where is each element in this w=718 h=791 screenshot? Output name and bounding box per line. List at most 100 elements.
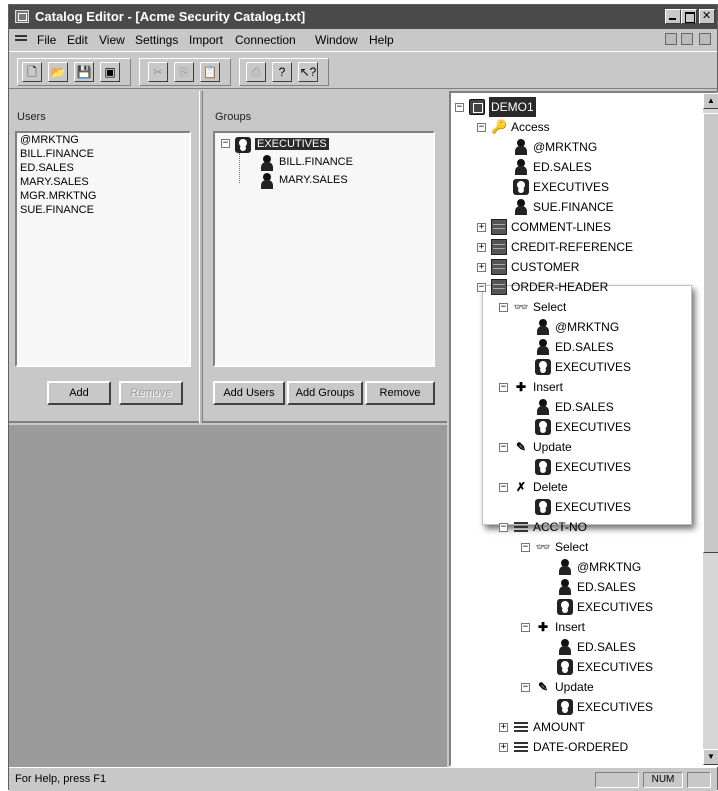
tree-node[interactable]: @MRKTNG (535, 317, 619, 337)
tree-node[interactable]: EXECUTIVES (557, 597, 653, 617)
maximize-button[interactable] (681, 9, 697, 24)
users-listbox[interactable]: @MRKTNG BILL.FINANCE ED.SALES MARY.SALES… (15, 131, 191, 367)
tree-node[interactable]: 🔑 Access (491, 117, 550, 137)
collapse-toggle[interactable]: − (499, 483, 508, 492)
tree-node[interactable]: EXECUTIVES (535, 497, 631, 517)
collapse-toggle[interactable]: − (499, 383, 508, 392)
menu-file[interactable]: File (37, 33, 56, 47)
tree-node-label: Select (533, 300, 567, 314)
expand-toggle[interactable]: + (477, 243, 486, 252)
tree-node[interactable]: SUE.FINANCE (513, 197, 614, 217)
tree-node[interactable]: CUSTOMER (491, 257, 579, 277)
close-button[interactable] (699, 9, 715, 24)
tree-node[interactable]: ED.SALES (557, 577, 636, 597)
menu-view[interactable]: View (99, 33, 125, 47)
app-icon[interactable] (15, 10, 29, 23)
collapse-toggle[interactable]: − (499, 303, 508, 312)
minimize-button[interactable] (665, 9, 681, 24)
menu-help[interactable]: Help (369, 33, 394, 47)
tree-node[interactable]: EXECUTIVES (557, 657, 653, 677)
document-icon[interactable] (15, 33, 29, 45)
panel-splitter[interactable] (199, 91, 203, 423)
tree-node[interactable]: CREDIT-REFERENCE (491, 237, 633, 257)
tree-node[interactable]: @MRKTNG (557, 557, 641, 577)
paste-button[interactable]: 📋 (200, 62, 220, 82)
tree-node[interactable]: ACCT-NO (513, 517, 587, 537)
group-member[interactable]: MARY.SALES (259, 171, 348, 189)
collapse-toggle[interactable]: − (499, 523, 508, 532)
menu-edit[interactable]: Edit (67, 33, 88, 47)
status-bar: For Help, press F1 NUM (9, 767, 717, 791)
copy-button[interactable]: ⎘ (174, 62, 194, 82)
tree-node[interactable]: EXECUTIVES (513, 177, 609, 197)
save-all-button[interactable]: ▣ (100, 62, 120, 82)
tree-scrollbar[interactable]: ▲ ▼ (703, 93, 718, 765)
list-item[interactable]: BILL.FINANCE (17, 147, 189, 161)
tree-node[interactable]: ✗ Delete (513, 477, 568, 497)
tree-node[interactable]: ED.SALES (557, 637, 636, 657)
doc-close-button[interactable] (699, 33, 711, 45)
expand-toggle[interactable]: + (499, 723, 508, 732)
collapse-toggle[interactable]: − (221, 139, 230, 148)
collapse-toggle[interactable]: − (477, 283, 486, 292)
new-button[interactable]: 🗋 (22, 62, 42, 82)
collapse-toggle[interactable]: − (477, 123, 486, 132)
open-button[interactable]: 📂 (48, 62, 68, 82)
expand-toggle[interactable]: + (477, 223, 486, 232)
tree-node[interactable]: 👓 Select (535, 537, 589, 557)
tree-node[interactable]: ED.SALES (513, 157, 592, 177)
print-button[interactable]: ⎙ (246, 62, 266, 82)
collapse-toggle[interactable]: − (521, 623, 530, 632)
add-user-button[interactable]: Add (47, 381, 111, 405)
tree-node[interactable]: ED.SALES (535, 337, 614, 357)
scroll-down-arrow[interactable]: ▼ (703, 749, 718, 765)
scroll-up-arrow[interactable]: ▲ (703, 93, 718, 109)
list-item[interactable]: @MRKTNG (17, 133, 189, 147)
tree-node[interactable]: ORDER-HEADER (491, 277, 608, 297)
menu-window[interactable]: Window (315, 33, 358, 47)
remove-group-button[interactable]: Remove (365, 381, 435, 405)
scroll-thumb[interactable] (703, 113, 718, 553)
list-item[interactable]: MARY.SALES (17, 175, 189, 189)
tree-node[interactable]: EXECUTIVES (535, 357, 631, 377)
add-groups-button[interactable]: Add Groups (287, 381, 363, 405)
tree-node[interactable]: ED.SALES (535, 397, 614, 417)
menu-settings[interactable]: Settings (135, 33, 178, 47)
tree-node[interactable]: ✎ Update (535, 677, 594, 697)
context-help-button[interactable]: ↖? (298, 62, 318, 82)
tree-node[interactable]: DATE-ORDERED (513, 737, 628, 757)
expand-toggle[interactable]: + (499, 743, 508, 752)
tree-node[interactable]: ✚ Insert (535, 617, 585, 637)
collapse-toggle[interactable]: − (455, 103, 464, 112)
list-item[interactable]: MGR.MRKTNG (17, 189, 189, 203)
help-button[interactable]: ? (272, 62, 292, 82)
menu-connection[interactable]: Connection (235, 33, 296, 47)
groups-treebox[interactable]: − EXECUTIVES BILL.FINANCE MARY.SALES (213, 131, 435, 367)
list-item[interactable]: ED.SALES (17, 161, 189, 175)
doc-minimize-button[interactable] (665, 33, 677, 45)
tree-node[interactable]: EXECUTIVES (535, 457, 631, 477)
tree-node[interactable]: COMMENT-LINES (491, 217, 611, 237)
save-button[interactable]: 💾 (74, 62, 94, 82)
remove-user-button[interactable]: Remove (119, 381, 183, 405)
cut-button[interactable]: ✂ (148, 62, 168, 82)
member-label: MARY.SALES (279, 174, 348, 186)
tree-node[interactable]: @MRKTNG (513, 137, 597, 157)
doc-restore-button[interactable] (681, 33, 693, 45)
group-node[interactable]: EXECUTIVES (235, 135, 329, 153)
tree-node[interactable]: ✎ Update (513, 437, 572, 457)
tree-node[interactable]: ✚ Insert (513, 377, 563, 397)
collapse-toggle[interactable]: − (499, 443, 508, 452)
group-member[interactable]: BILL.FINANCE (259, 153, 353, 171)
menu-import[interactable]: Import (189, 33, 223, 47)
expand-toggle[interactable]: + (477, 263, 486, 272)
tree-node[interactable]: EXECUTIVES (535, 417, 631, 437)
collapse-toggle[interactable]: − (521, 683, 530, 692)
collapse-toggle[interactable]: − (521, 543, 530, 552)
list-item[interactable]: SUE.FINANCE (17, 203, 189, 217)
add-users-button[interactable]: Add Users (213, 381, 285, 405)
tree-node[interactable]: EXECUTIVES (557, 697, 653, 717)
tree-node[interactable]: AMOUNT (513, 717, 585, 737)
tree-node[interactable]: 👓 Select (513, 297, 567, 317)
tree-node[interactable]: DEMO1 (469, 97, 536, 117)
